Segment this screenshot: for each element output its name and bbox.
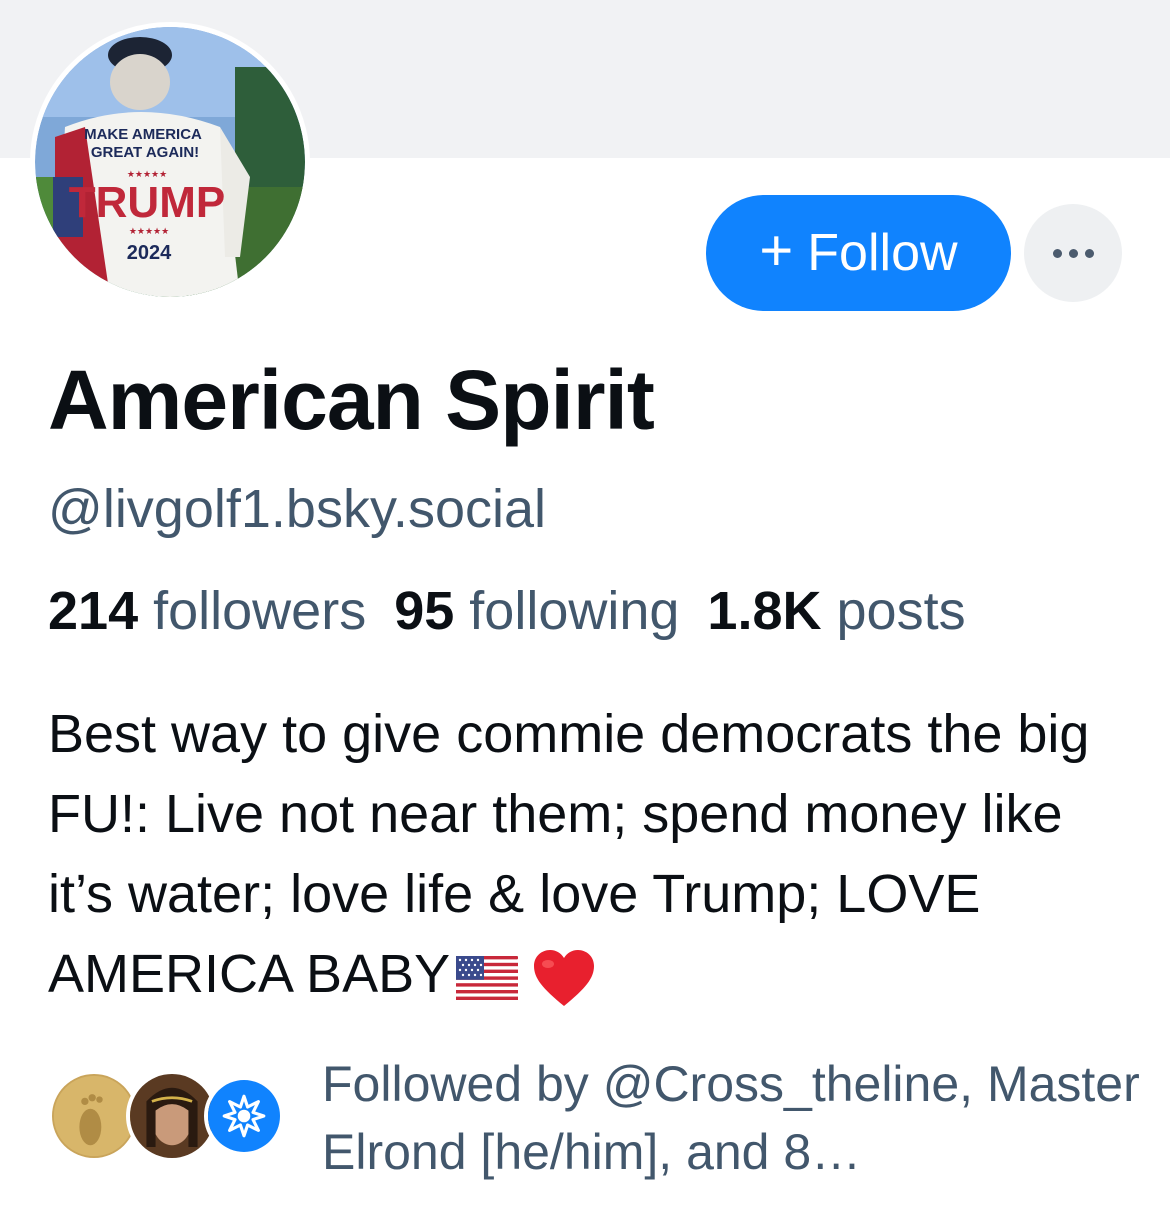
svg-text:★★★★★: ★★★★★ (129, 226, 169, 236)
avatar-text-line1: MAKE AMERICA (84, 126, 202, 143)
following-stat[interactable]: 95 following (394, 580, 679, 642)
following-label: following (469, 581, 680, 641)
followed-by-text[interactable]: Followed by @Cross_theline, Master Elron… (322, 1050, 1142, 1186)
follow-label: Follow (807, 224, 958, 282)
avatar-text-line2: GREAT AGAIN! (91, 144, 199, 161)
us-flag-icon (456, 955, 519, 1000)
more-options-button[interactable] (1024, 204, 1122, 302)
profile-stats: 214 followers 95 following 1.8K posts (48, 580, 994, 642)
profile-avatar[interactable]: MAKE AMERICA GREAT AGAIN! ★★★★★ TRUMP ★★… (30, 22, 310, 302)
profile-page: MAKE AMERICA GREAT AGAIN! ★★★★★ TRUMP ★★… (0, 0, 1170, 1224)
bluesky-default-avatar (204, 1076, 284, 1156)
profile-handle: @livgolf1.bsky.social (48, 479, 546, 539)
posts-stat: 1.8K posts (707, 580, 965, 642)
red-heart-icon (534, 949, 595, 1006)
plus-icon: + (759, 218, 794, 283)
followers-stat[interactable]: 214 followers (48, 580, 366, 642)
followed-by-avatars[interactable] (48, 1070, 288, 1166)
followers-count: 214 (48, 581, 139, 641)
avatar-text-name: TRUMP (69, 178, 225, 227)
follow-button[interactable]: + Follow (706, 195, 1011, 311)
followers-label: followers (153, 581, 367, 641)
following-count: 95 (394, 581, 455, 641)
avatar-text-year: 2024 (127, 242, 172, 264)
display-name: American Spirit (48, 353, 655, 447)
posts-count: 1.8K (707, 581, 822, 641)
ellipsis-icon (1052, 248, 1094, 258)
avatar-image: MAKE AMERICA GREAT AGAIN! ★★★★★ TRUMP ★★… (35, 27, 305, 297)
posts-label: posts (836, 581, 966, 641)
profile-bio: Best way to give commie democrats the bi… (48, 694, 1138, 1014)
